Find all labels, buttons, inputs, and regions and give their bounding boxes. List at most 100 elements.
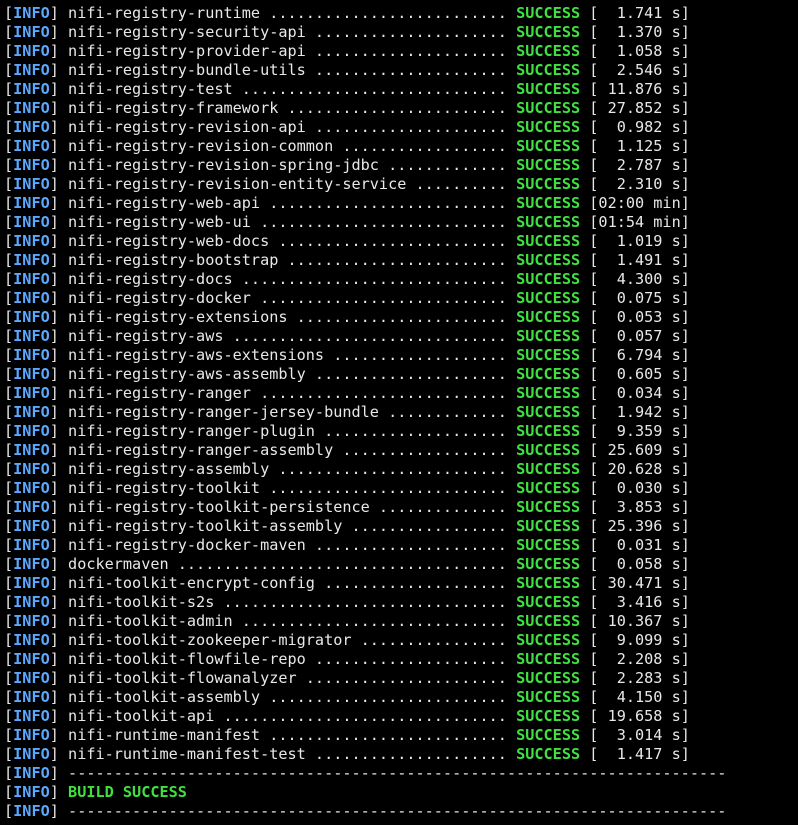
log-line: [INFO] nifi-registry-ranger-assembly ...…	[4, 441, 690, 459]
log-line: [INFO] nifi-registry-assembly ..........…	[4, 460, 690, 478]
elapsed-time: [ 4.150 s]	[589, 688, 690, 706]
log-line: [INFO] nifi-registry-docker ............…	[4, 289, 690, 307]
status-badge: SUCCESS	[516, 403, 581, 421]
module-name: nifi-registry-toolkit-persistence ......…	[68, 498, 507, 516]
log-line: [INFO] nifi-registry-aws-extensions ....…	[4, 346, 690, 364]
status-badge: SUCCESS	[516, 175, 581, 193]
elapsed-time: [ 2.787 s]	[589, 156, 690, 174]
log-line: [INFO] nifi-registry-bootstrap .........…	[4, 251, 690, 269]
elapsed-time: [ 1.942 s]	[589, 403, 690, 421]
status-badge: SUCCESS	[516, 4, 581, 22]
elapsed-time: [ 3.853 s]	[589, 498, 690, 516]
log-line: [INFO] nifi-registry-ranger ............…	[4, 384, 690, 402]
module-name: nifi-registry-docker ...................…	[68, 289, 507, 307]
log-level: INFO	[13, 612, 50, 630]
elapsed-time: [ 3.014 s]	[589, 726, 690, 744]
log-line: [INFO] nifi-registry-revision-entity-ser…	[4, 175, 690, 193]
module-name: nifi-registry-revision-api .............…	[68, 118, 507, 136]
module-name: dockermaven ............................…	[68, 555, 507, 573]
elapsed-time: [ 25.396 s]	[589, 517, 690, 535]
elapsed-time: [ 1.019 s]	[589, 232, 690, 250]
build-result-line: [INFO] BUILD SUCCESS	[4, 783, 187, 801]
status-badge: SUCCESS	[516, 745, 581, 763]
log-line: [INFO] nifi-registry-framework .........…	[4, 99, 690, 117]
elapsed-time: [ 11.876 s]	[589, 80, 690, 98]
module-name: nifi-toolkit-flowanalyzer ..............…	[68, 669, 507, 687]
status-badge: SUCCESS	[516, 479, 581, 497]
module-name: nifi-registry-aws-extensions ...........…	[68, 346, 507, 364]
status-badge: SUCCESS	[516, 232, 581, 250]
log-line: [INFO] nifi-registry-runtime ...........…	[4, 4, 690, 22]
module-name: nifi-toolkit-api .......................…	[68, 707, 507, 725]
status-badge: SUCCESS	[516, 498, 581, 516]
status-badge: SUCCESS	[516, 99, 581, 117]
module-name: nifi-registry-docs .....................…	[68, 270, 507, 288]
status-badge: SUCCESS	[516, 631, 581, 649]
elapsed-time: [ 1.741 s]	[589, 4, 690, 22]
status-badge: SUCCESS	[516, 213, 581, 231]
elapsed-time: [ 25.609 s]	[589, 441, 690, 459]
status-badge: SUCCESS	[516, 669, 581, 687]
log-level: INFO	[13, 156, 50, 174]
log-level: INFO	[13, 688, 50, 706]
log-line: [INFO] nifi-toolkit-flowanalyzer .......…	[4, 669, 690, 687]
status-badge: SUCCESS	[516, 422, 581, 440]
log-level: INFO	[13, 802, 50, 820]
log-line: [INFO] nifi-registry-ranger-jersey-bundl…	[4, 403, 690, 421]
status-badge: SUCCESS	[516, 346, 581, 364]
log-level: INFO	[13, 726, 50, 744]
log-level: INFO	[13, 707, 50, 725]
module-name: nifi-registry-web-docs .................…	[68, 232, 507, 250]
separator: ----------------------------------------…	[68, 764, 727, 782]
log-line: [INFO] nifi-registry-web-ui ............…	[4, 213, 690, 231]
module-name: nifi-registry-ranger-assembly ..........…	[68, 441, 507, 459]
module-name: nifi-registry-assembly .................…	[68, 460, 507, 478]
log-line: [INFO] nifi-registry-aws ...............…	[4, 327, 690, 345]
log-line: [INFO] dockermaven .....................…	[4, 555, 690, 573]
log-level: INFO	[13, 4, 50, 22]
log-level: INFO	[13, 631, 50, 649]
module-name: nifi-registry-web-ui ...................…	[68, 213, 507, 231]
log-line: [INFO] nifi-toolkit-admin ..............…	[4, 612, 690, 630]
terminal-window[interactable]: [INFO] nifi-registry-runtime ...........…	[0, 0, 798, 825]
log-level: INFO	[13, 745, 50, 763]
status-badge: SUCCESS	[516, 327, 581, 345]
log-level: INFO	[13, 118, 50, 136]
status-badge: SUCCESS	[516, 384, 581, 402]
status-badge: SUCCESS	[516, 365, 581, 383]
status-badge: SUCCESS	[516, 118, 581, 136]
elapsed-time: [ 0.605 s]	[589, 365, 690, 383]
log-level: INFO	[13, 460, 50, 478]
elapsed-time: [ 0.982 s]	[589, 118, 690, 136]
log-level: INFO	[13, 669, 50, 687]
module-name: nifi-toolkit-flowfile-repo .............…	[68, 650, 507, 668]
log-level: INFO	[13, 327, 50, 345]
log-line: [INFO] nifi-registry-toolkit-persistence…	[4, 498, 690, 516]
module-name: nifi-toolkit-zookeeper-migrator ........…	[68, 631, 507, 649]
log-level: INFO	[13, 365, 50, 383]
elapsed-time: [ 1.417 s]	[589, 745, 690, 763]
log-line: [INFO] nifi-registry-revision-spring-jdb…	[4, 156, 690, 174]
log-line: [INFO] nifi-registry-provider-api ......…	[4, 42, 690, 60]
log-level: INFO	[13, 251, 50, 269]
status-badge: SUCCESS	[516, 517, 581, 535]
log-level: INFO	[13, 783, 50, 801]
module-name: nifi-toolkit-s2s .......................…	[68, 593, 507, 611]
elapsed-time: [ 1.058 s]	[589, 42, 690, 60]
log-level: INFO	[13, 289, 50, 307]
elapsed-time: [ 0.053 s]	[589, 308, 690, 326]
log-line: [INFO] nifi-runtime-manifest-test ......…	[4, 745, 690, 763]
elapsed-time: [ 1.370 s]	[589, 23, 690, 41]
elapsed-time: [ 0.075 s]	[589, 289, 690, 307]
log-line: [INFO] nifi-registry-aws-assembly ......…	[4, 365, 690, 383]
elapsed-time: [ 2.283 s]	[589, 669, 690, 687]
module-name: nifi-registry-extensions ...............…	[68, 308, 507, 326]
module-name: nifi-registry-test .....................…	[68, 80, 507, 98]
log-line: [INFO] nifi-registry-revision-common ...…	[4, 137, 690, 155]
log-level: INFO	[13, 479, 50, 497]
module-name: nifi-registry-toolkit ..................…	[68, 479, 507, 497]
module-name: nifi-registry-ranger ...................…	[68, 384, 507, 402]
module-name: nifi-registry-ranger-jersey-bundle .....…	[68, 403, 507, 421]
status-badge: SUCCESS	[516, 251, 581, 269]
log-level: INFO	[13, 61, 50, 79]
